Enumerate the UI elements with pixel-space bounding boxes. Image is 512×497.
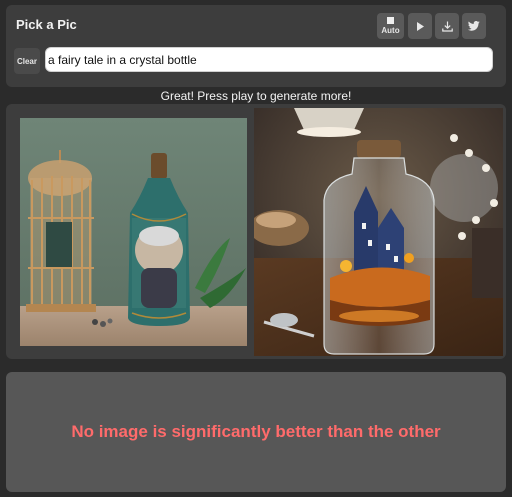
crystal-bottle-castle-image <box>254 108 503 356</box>
top-bar: Pick a Pic Auto Clear <box>6 5 506 87</box>
twitter-icon <box>468 21 480 31</box>
play-button[interactable] <box>408 13 432 39</box>
stop-square-icon <box>387 17 394 24</box>
no-preference-label: No image is significantly better than th… <box>71 422 441 441</box>
image-comparison-panel <box>6 104 506 359</box>
app-title: Pick a Pic <box>16 17 77 32</box>
share-twitter-button[interactable] <box>462 13 486 39</box>
no-preference-button[interactable]: No image is significantly better than th… <box>6 372 506 492</box>
play-icon <box>417 21 424 31</box>
left-image-option[interactable] <box>20 118 247 346</box>
download-icon <box>441 21 453 32</box>
auto-label: Auto <box>381 26 400 35</box>
birdcage-and-portrait-bottle-image <box>20 118 247 346</box>
clear-button[interactable]: Clear <box>14 48 40 74</box>
right-image-option[interactable] <box>254 108 503 356</box>
prompt-input[interactable] <box>45 47 493 72</box>
download-button[interactable] <box>435 13 459 39</box>
auto-button[interactable]: Auto <box>377 13 404 39</box>
status-message: Great! Press play to generate more! <box>160 89 352 103</box>
